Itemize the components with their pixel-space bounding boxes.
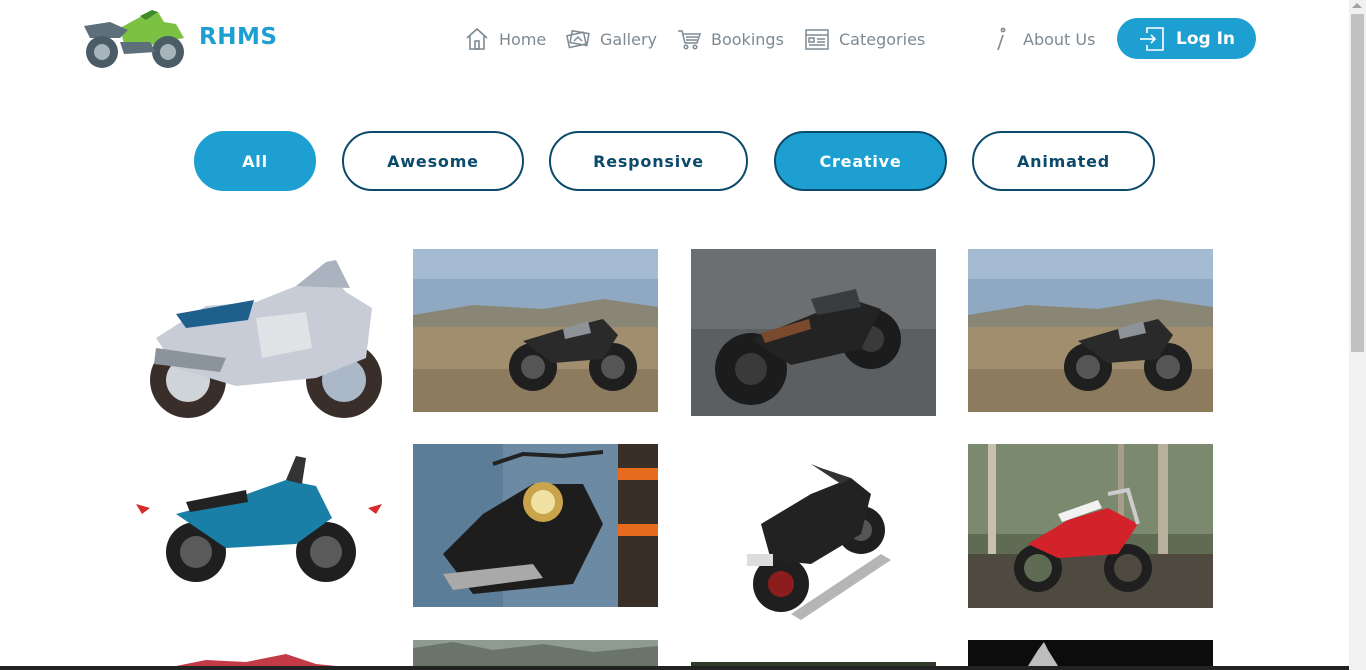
- nav-gallery[interactable]: Gallery: [565, 22, 657, 56]
- gallery-item-cafe-racer-desert[interactable]: [413, 249, 658, 412]
- brand-name[interactable]: RHMS: [199, 24, 277, 50]
- gallery-item-black-naked-bike[interactable]: [691, 444, 936, 628]
- bottom-edge: [0, 666, 1349, 670]
- gallery-item-sport-touring-bike[interactable]: [136, 248, 382, 424]
- scrollbar-thumb[interactable]: [1351, 14, 1364, 352]
- filter-animated[interactable]: Animated: [972, 131, 1155, 191]
- logo-motorcycle-icon[interactable]: [80, 8, 188, 70]
- filter-awesome[interactable]: Awesome: [342, 131, 524, 191]
- categories-icon: [805, 29, 829, 50]
- login-button[interactable]: Log In: [1117, 18, 1256, 59]
- gallery-item-red-dirt-bike[interactable]: [968, 444, 1213, 608]
- scroll-up-arrow-icon[interactable]: [1352, 3, 1362, 8]
- home-icon: [466, 27, 488, 50]
- nav-bookings[interactable]: Bookings: [676, 22, 784, 56]
- login-label: Log In: [1175, 28, 1236, 49]
- gallery-icon: [566, 29, 590, 49]
- gallery-item-row3-dark[interactable]: [968, 640, 1213, 666]
- nav-about-us-label: About Us: [1023, 29, 1096, 49]
- nav-about-us[interactable]: About Us: [988, 22, 1095, 56]
- filter-all[interactable]: All: [194, 131, 316, 191]
- gallery-item-cafe-racer-desert-2[interactable]: [968, 249, 1213, 412]
- gallery-item-row3-landscape[interactable]: [413, 640, 658, 666]
- gallery-item-dark-cafe-racer[interactable]: [691, 249, 936, 416]
- cart-icon: [678, 30, 702, 50]
- info-icon: [997, 27, 1006, 51]
- nav-home[interactable]: Home: [464, 22, 546, 56]
- nav-categories[interactable]: Categories: [804, 22, 925, 56]
- nav-bookings-label: Bookings: [711, 29, 784, 49]
- login-icon: [1139, 26, 1164, 51]
- site-header: RHMS Home Gallery Bookings Categories Ab…: [0, 0, 1349, 80]
- nav-categories-label: Categories: [839, 29, 926, 49]
- nav-home-label: Home: [499, 29, 547, 49]
- filter-responsive[interactable]: Responsive: [549, 131, 748, 191]
- nav-gallery-label: Gallery: [600, 29, 657, 49]
- gallery-item-row3-bike[interactable]: [136, 640, 382, 666]
- filter-creative[interactable]: Creative: [774, 131, 947, 191]
- gallery-item-blue-street-bike[interactable]: [136, 444, 382, 608]
- gallery-item-cruiser-closeup[interactable]: [413, 444, 658, 607]
